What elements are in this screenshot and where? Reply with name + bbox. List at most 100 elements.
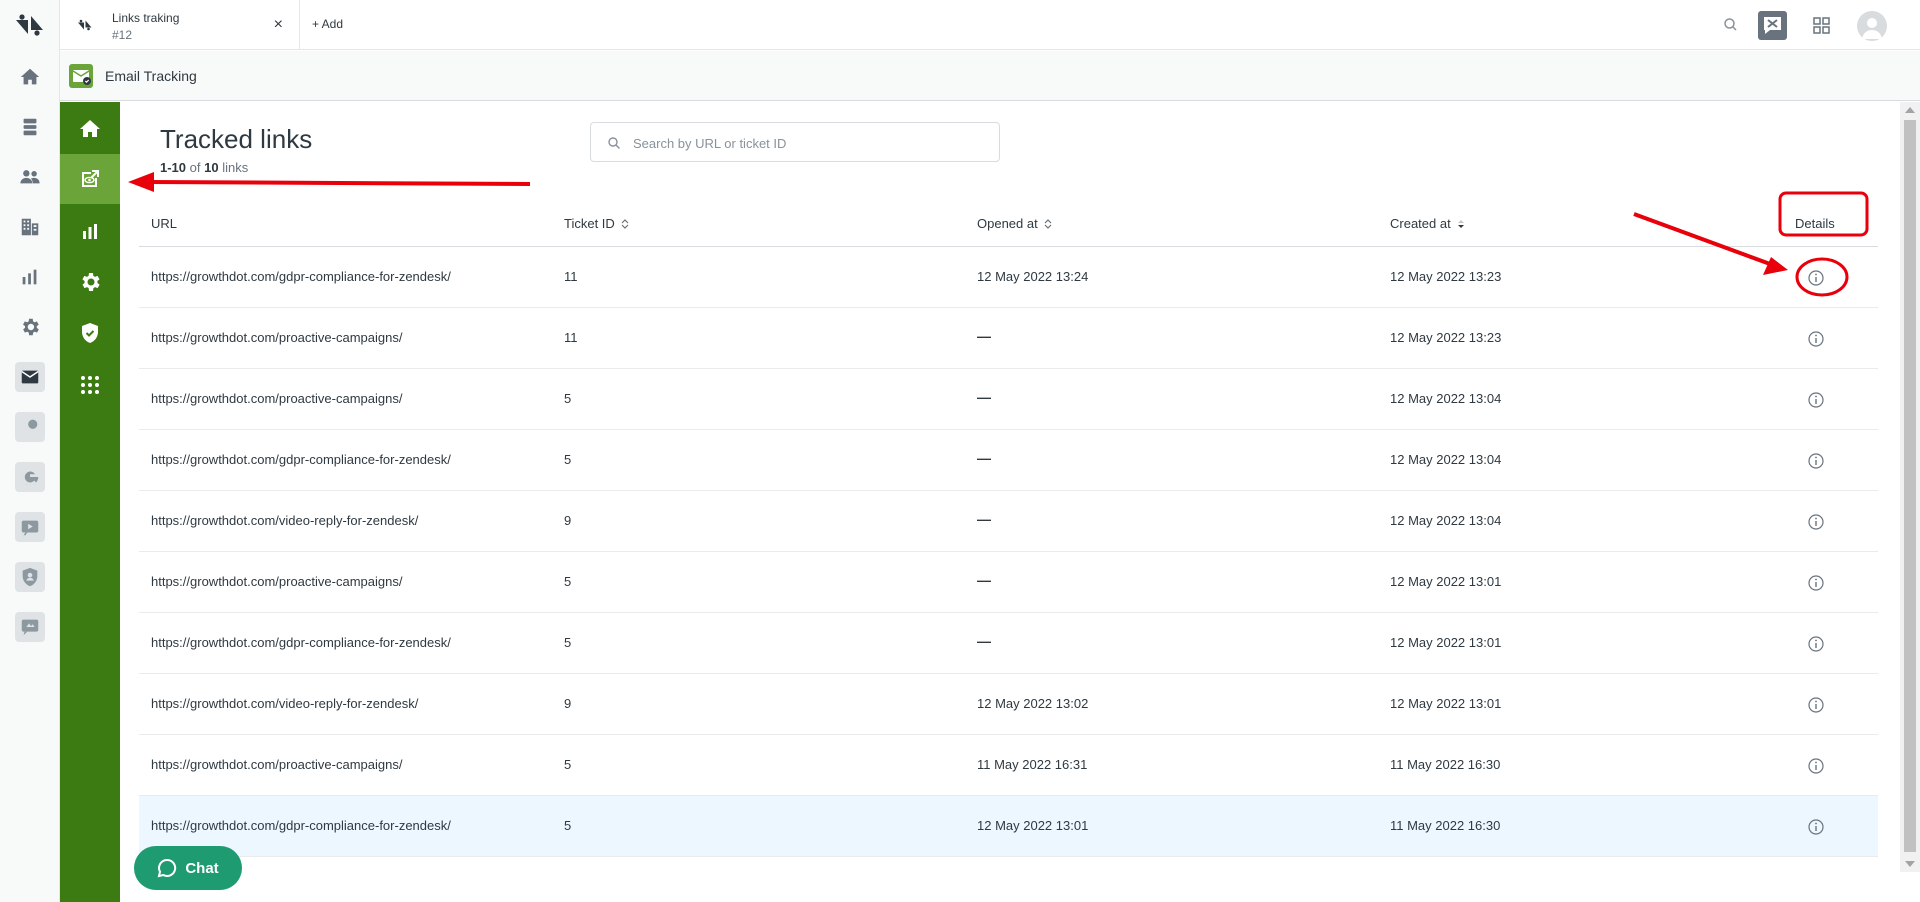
cell-opened-at: 11 May 2022 16:31 [977,757,1088,772]
cell-ticket-id[interactable]: 9 [564,696,571,711]
add-tab-button[interactable]: + Add [312,17,343,31]
cell-opened-at: — [977,389,991,405]
vertical-scrollbar[interactable] [1900,102,1920,872]
app-video-icon[interactable] [15,512,45,542]
shield-check-icon [82,323,98,343]
zendesk-logo-icon[interactable] [16,14,44,36]
app-nav-security[interactable] [60,308,120,358]
chat-bubble-icon [157,858,177,878]
cell-created-at: 12 May 2022 13:04 [1390,513,1502,528]
table-row[interactable]: https://growthdot.com/proactive-campaign… [139,735,1878,796]
app-nav-settings[interactable] [60,257,120,307]
cell-ticket-id[interactable]: 5 [564,574,571,589]
cell-ticket-id[interactable]: 5 [564,757,571,772]
scrollbar-thumb[interactable] [1904,120,1916,852]
cell-created-at: 11 May 2022 16:30 [1390,757,1501,772]
apps-grid-icon [81,376,99,394]
info-details-icon[interactable] [1807,452,1825,470]
table-row[interactable]: https://growthdot.com/proactive-campaign… [139,552,1878,613]
app-side-nav [60,102,120,902]
products-grid-icon[interactable] [1812,16,1832,36]
home-icon [80,120,100,137]
info-details-icon[interactable] [1807,757,1825,775]
table-row[interactable]: https://growthdot.com/gdpr-compliance-fo… [139,796,1878,857]
count-suffix: links [218,160,249,175]
app-title: Email Tracking [105,68,197,84]
main-content: Tracked links 1-10 of 10 links URL Ticke… [120,102,1900,872]
info-details-icon[interactable] [1807,574,1825,592]
search-icon[interactable] [1721,15,1741,35]
user-avatar[interactable] [1857,11,1887,41]
info-details-icon[interactable] [1807,818,1825,836]
admin-gear-icon[interactable] [15,312,45,342]
cell-ticket-id[interactable]: 5 [564,452,571,467]
table-row[interactable]: https://growthdot.com/gdpr-compliance-fo… [139,613,1878,674]
info-details-icon[interactable] [1807,330,1825,348]
email-tracking-logo-icon [69,64,93,88]
header-ticket-id[interactable]: Ticket ID [564,216,630,231]
cell-url: https://growthdot.com/gdpr-compliance-fo… [151,635,451,650]
reporting-icon[interactable] [15,262,45,292]
cell-created-at: 11 May 2022 16:30 [1390,818,1501,833]
cell-ticket-id[interactable]: 5 [564,635,571,650]
table-row[interactable]: https://growthdot.com/video-reply-for-ze… [139,674,1878,735]
chat-label: Chat [185,859,219,877]
search-input[interactable] [633,133,983,153]
info-details-icon[interactable] [1807,269,1825,287]
tracked-link-eye-icon [82,170,99,187]
table-row[interactable]: https://growthdot.com/video-reply-for-ze… [139,491,1878,552]
cell-ticket-id[interactable]: 5 [564,818,571,833]
header-opened-at[interactable]: Opened at [977,216,1053,231]
info-details-icon[interactable] [1807,391,1825,409]
app-circle-g-icon[interactable] [15,462,45,492]
header-ticket-label: Ticket ID [564,216,615,231]
cell-ticket-id[interactable]: 9 [564,513,571,528]
page-count: 1-10 of 10 links [160,160,248,175]
cell-opened-at: — [977,633,991,649]
app-nav-apps[interactable] [60,360,120,410]
header-opened-label: Opened at [977,216,1038,231]
header-created-at[interactable]: Created at [1390,216,1466,231]
cell-url: https://growthdot.com/video-reply-for-ze… [151,513,419,528]
sort-icon [1044,218,1052,229]
tracked-links-table: URL Ticket ID Opened at Created at Detai… [139,202,1878,857]
app-satellite-icon[interactable] [15,412,45,442]
table-row[interactable]: https://growthdot.com/proactive-campaign… [139,308,1878,369]
count-of: of [186,160,205,175]
close-tab-icon[interactable]: × [274,16,283,34]
app-nav-home[interactable] [60,104,120,154]
search-icon [608,137,620,149]
zendesk-tab-icon [78,19,92,31]
table-row[interactable]: https://growthdot.com/gdpr-compliance-fo… [139,247,1878,308]
app-nav-tracked-links[interactable] [60,154,120,204]
cell-ticket-id[interactable]: 11 [564,269,578,284]
cell-ticket-id[interactable]: 5 [564,391,571,406]
app-shield-icon[interactable] [15,562,45,592]
app-feedback-icon[interactable] [15,612,45,642]
table-row[interactable]: https://growthdot.com/gdpr-compliance-fo… [139,430,1878,491]
views-icon[interactable] [15,112,45,142]
info-details-icon[interactable] [1807,635,1825,653]
scroll-down-arrow-icon[interactable] [1905,861,1915,867]
global-nav [0,0,60,902]
cell-opened-at: — [977,511,991,527]
cell-opened-at: — [977,328,991,344]
email-tracking-app-icon[interactable] [15,362,45,392]
info-details-icon[interactable] [1807,513,1825,531]
cell-ticket-id[interactable]: 11 [564,330,578,345]
table-row[interactable]: https://growthdot.com/proactive-campaign… [139,369,1878,430]
ticket-tab[interactable]: Links traking #12 × [60,0,300,50]
chat-button[interactable]: Chat [134,846,242,890]
cell-created-at: 12 May 2022 13:04 [1390,391,1502,406]
conversations-icon[interactable] [1758,11,1787,40]
scroll-up-arrow-icon[interactable] [1905,107,1915,113]
sort-desc-icon [1457,219,1464,228]
count-total: 10 [204,160,219,175]
info-details-icon[interactable] [1807,696,1825,714]
customers-icon[interactable] [15,162,45,192]
organizations-icon[interactable] [15,212,45,242]
cell-opened-at: 12 May 2022 13:02 [977,696,1089,711]
header-created-label: Created at [1390,216,1451,231]
home-icon[interactable] [15,62,45,92]
app-nav-reports[interactable] [60,206,120,256]
